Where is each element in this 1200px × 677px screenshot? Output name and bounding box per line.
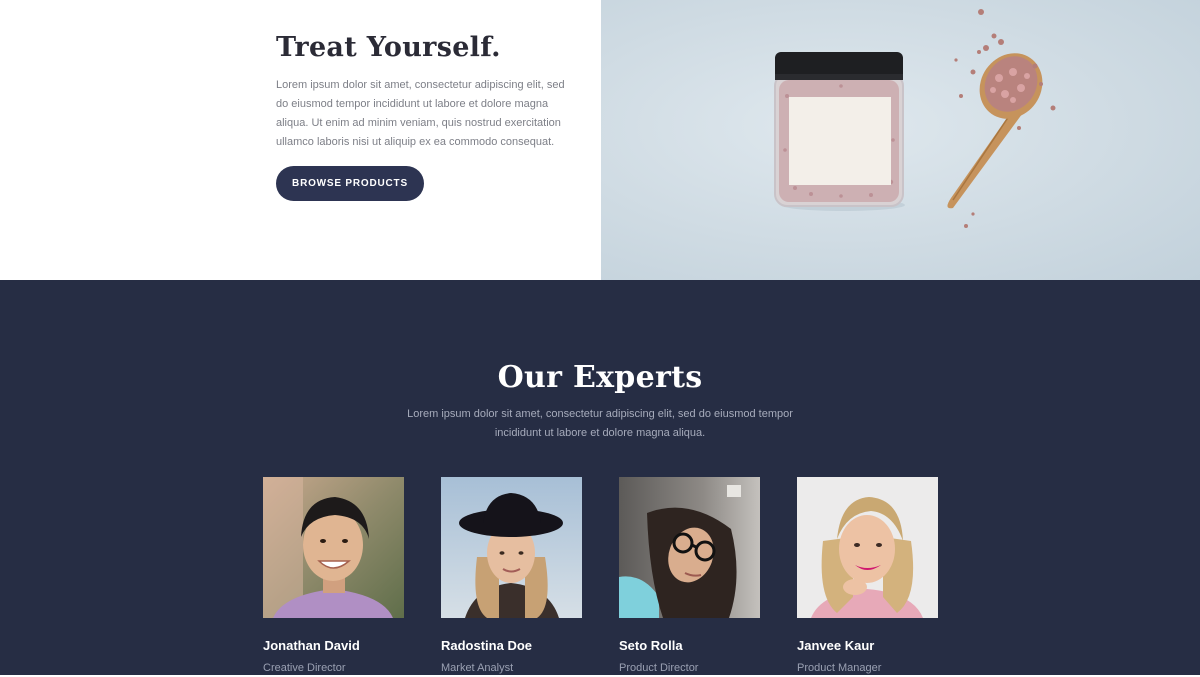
hero-title: Treat Yourself. bbox=[276, 32, 501, 63]
experts-grid: Jonathan David Creative Director Radosti… bbox=[263, 477, 943, 677]
expert-photo bbox=[619, 477, 760, 618]
hero-product-image bbox=[601, 0, 1200, 280]
browse-products-button[interactable]: BROWSE PRODUCTS bbox=[276, 166, 424, 201]
salt-jar-illustration bbox=[774, 9, 1056, 228]
expert-card[interactable]: Seto Rolla Product Director bbox=[619, 477, 761, 674]
expert-role: Product Manager bbox=[797, 662, 882, 674]
expert-photo bbox=[441, 477, 582, 618]
experts-section: Our Experts Lorem ipsum dolor sit amet, … bbox=[0, 280, 1200, 675]
expert-role: Creative Director bbox=[263, 662, 346, 674]
expert-card[interactable]: Janvee Kaur Product Manager bbox=[797, 477, 939, 674]
experts-title: Our Experts bbox=[497, 360, 703, 395]
expert-name: Seto Rolla bbox=[619, 638, 683, 653]
expert-card[interactable]: Radostina Doe Market Analyst bbox=[441, 477, 583, 674]
expert-name: Janvee Kaur bbox=[797, 638, 875, 653]
hero-text-panel: Treat Yourself. Lorem ipsum dolor sit am… bbox=[0, 0, 601, 280]
hero-section: Treat Yourself. Lorem ipsum dolor sit am… bbox=[0, 0, 1200, 280]
hero-description: Lorem ipsum dolor sit amet, consectetur … bbox=[276, 79, 565, 148]
expert-role: Product Director bbox=[619, 662, 699, 674]
hero-content: Treat Yourself. Lorem ipsum dolor sit am… bbox=[276, 32, 566, 201]
expert-photo bbox=[263, 477, 404, 618]
expert-name: Radostina Doe bbox=[441, 638, 533, 653]
expert-card[interactable]: Jonathan David Creative Director bbox=[263, 477, 405, 674]
expert-role: Market Analyst bbox=[441, 662, 514, 674]
expert-name: Jonathan David bbox=[263, 638, 360, 653]
expert-photo bbox=[797, 477, 938, 618]
experts-subtitle: Lorem ipsum dolor sit amet, consectetur … bbox=[407, 408, 793, 439]
